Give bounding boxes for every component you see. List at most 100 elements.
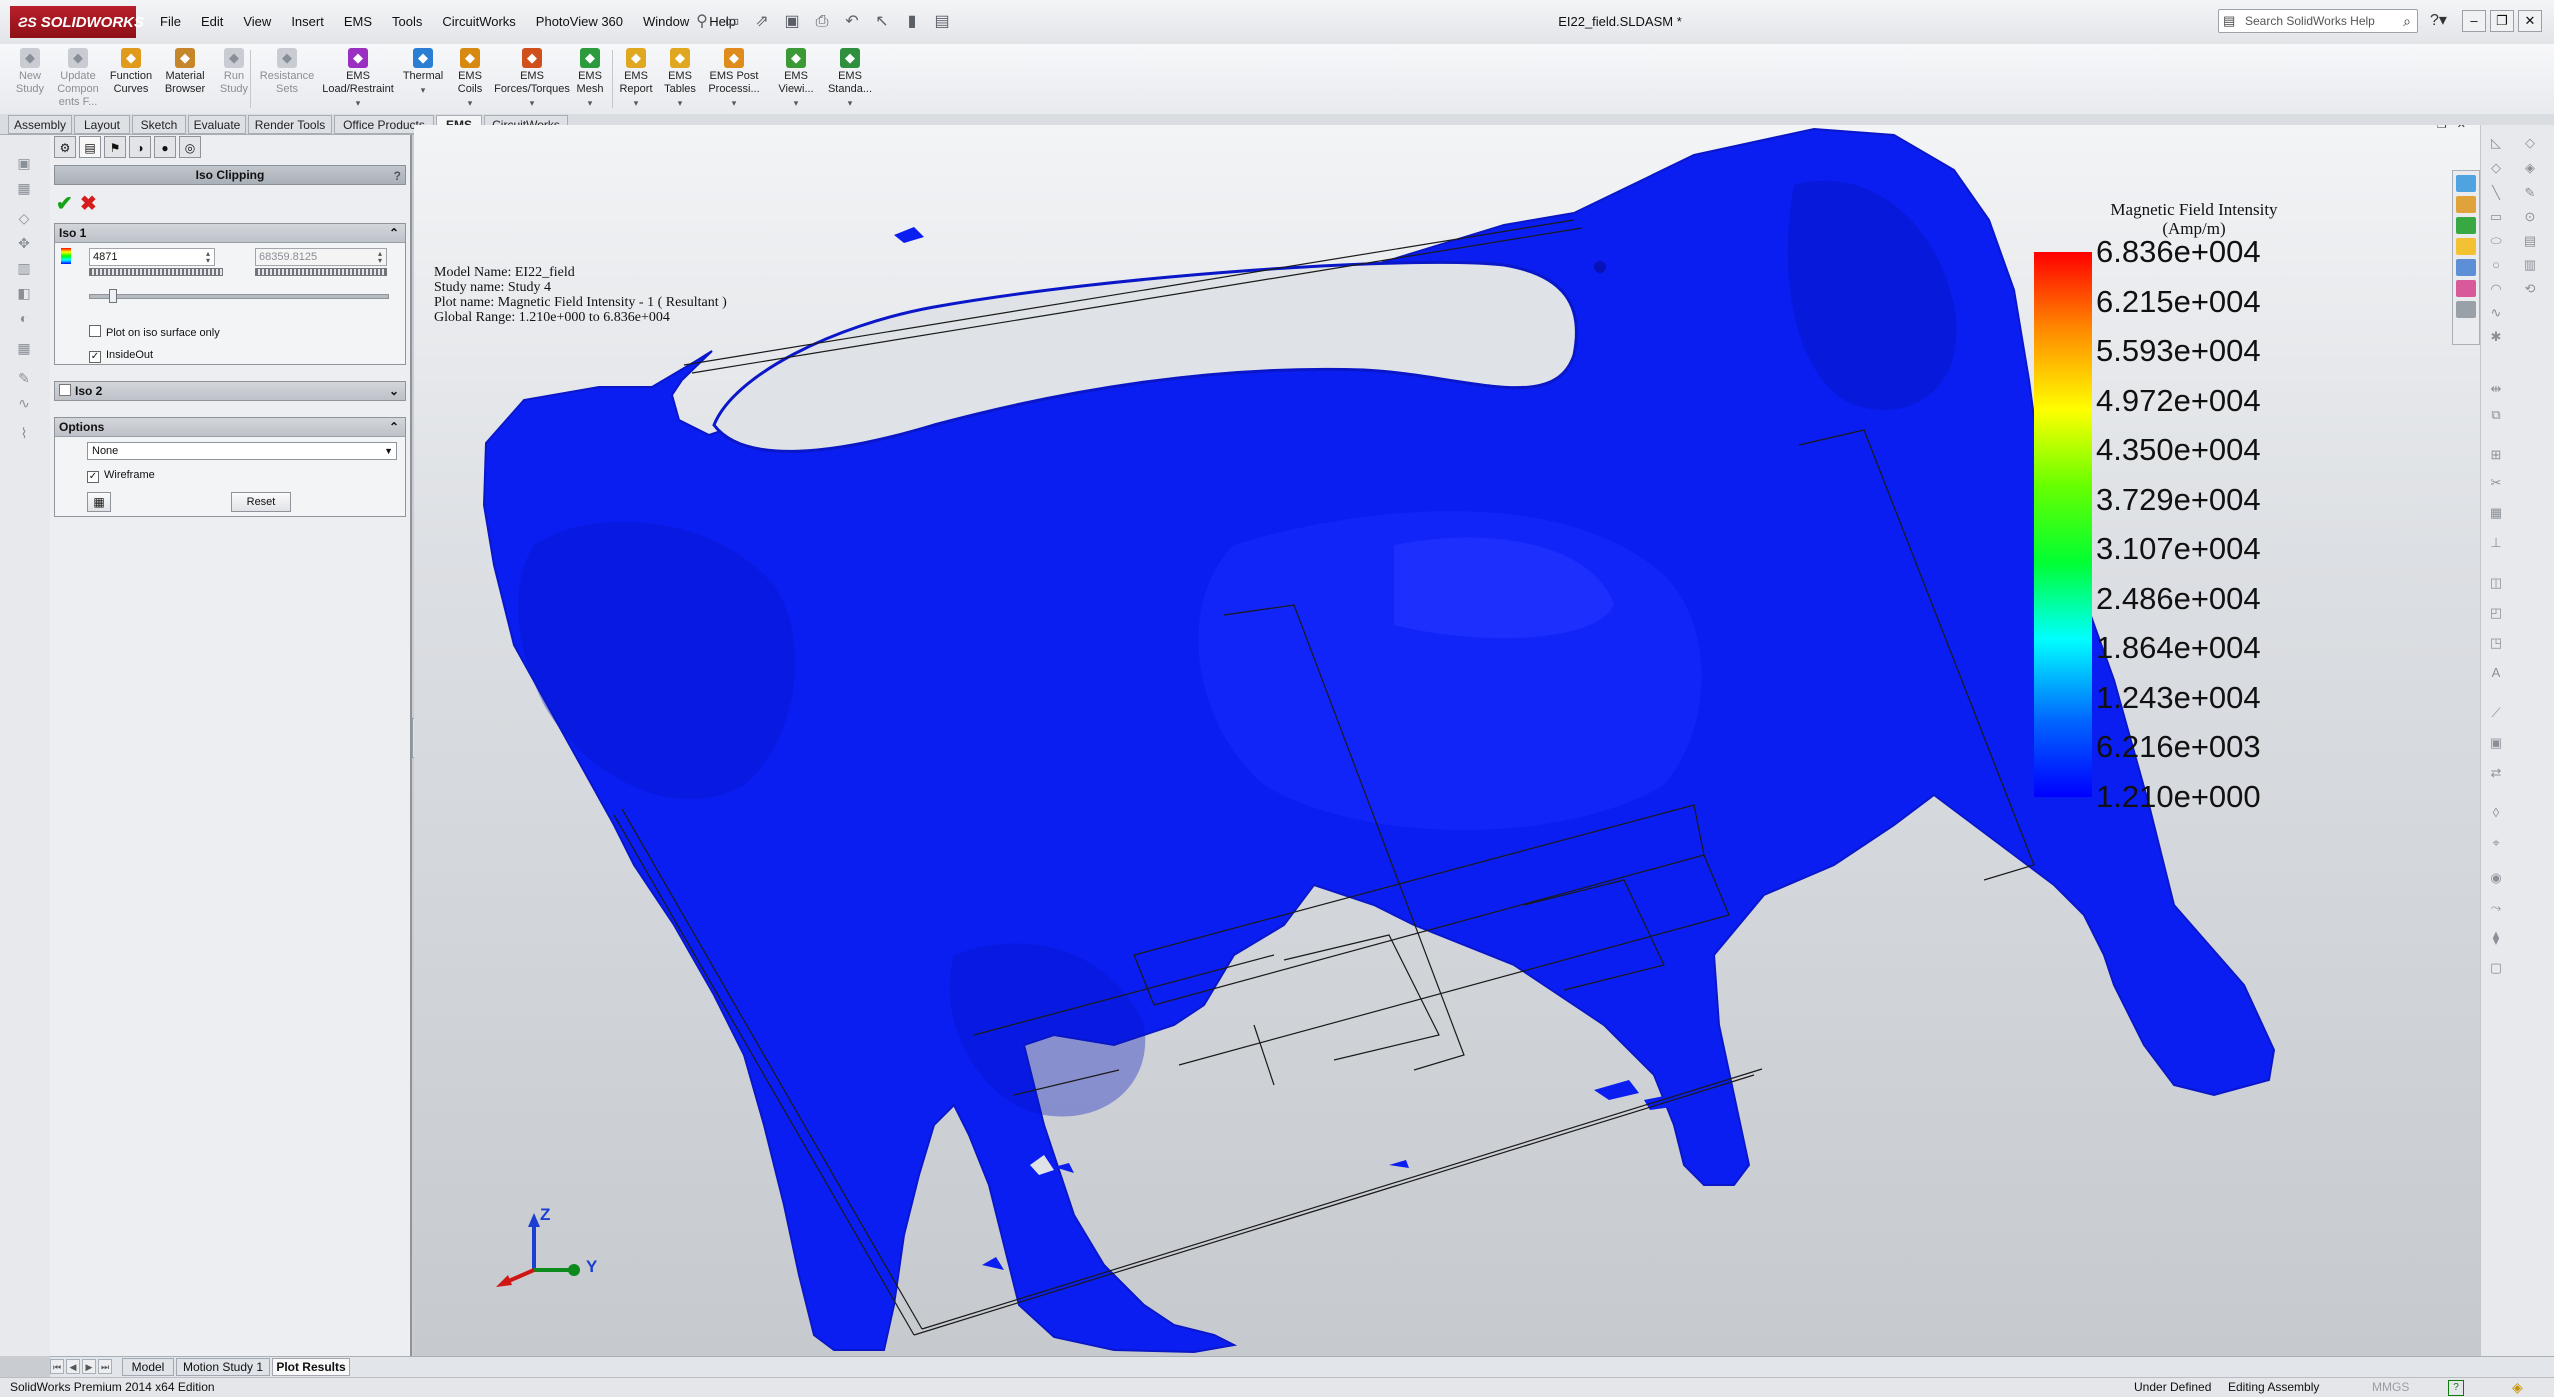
property-manager-icon[interactable]: ▤ <box>79 136 101 158</box>
help-icon[interactable]: ?▾ <box>2430 10 2447 30</box>
expand-icon[interactable]: ⌄ <box>389 382 399 400</box>
display-relations-icon[interactable]: ◈ <box>2521 160 2539 176</box>
options-select[interactable]: None ▼ <box>87 442 397 460</box>
last-tab-icon[interactable]: ⏭ <box>98 1359 112 1374</box>
cancel-button[interactable]: ✖ <box>80 191 97 216</box>
slot-icon[interactable]: ⬭ <box>2487 233 2505 249</box>
bottom-tab-motion-study-1[interactable]: Motion Study 1 <box>176 1358 270 1376</box>
bottom-tab-plot-results[interactable]: Plot Results <box>272 1358 350 1376</box>
dropdown-arrow-icon[interactable]: ▾ <box>494 97 570 110</box>
quick-tips-icon[interactable]: ? <box>2448 1380 2464 1396</box>
minimize-icon[interactable]: – <box>2462 10 2486 32</box>
iso-max-thumbwheel[interactable] <box>255 268 387 276</box>
zoom-icon[interactable]: ▦ <box>14 180 34 196</box>
menu-edit[interactable]: Edit <box>191 0 233 44</box>
cmd-resistance-sets[interactable]: ◆ Resistance Sets <box>258 44 316 114</box>
dropdown-arrow-icon[interactable]: ▾ <box>824 97 876 110</box>
cmd-coils[interactable]: ◆ EMS Coils ▾ <box>450 44 490 114</box>
tab-layout[interactable]: Layout <box>74 115 130 134</box>
arc-icon[interactable]: ◠ <box>2487 281 2505 297</box>
relations-icon[interactable]: ⊥ <box>2487 535 2505 551</box>
design-library-icon[interactable] <box>2456 217 2476 234</box>
cmd-tables[interactable]: ◆ EMS Tables ▾ <box>658 44 702 114</box>
iso-value-input[interactable]: 4871 ▴ ▾ <box>89 248 215 266</box>
chamfer-icon[interactable]: ◳ <box>2487 635 2505 651</box>
cmd-post-processing[interactable]: ◆ EMS Post Processi... ▾ <box>702 44 766 114</box>
smart-dimension-small-icon[interactable]: ◇ <box>2521 135 2539 151</box>
construction-icon[interactable]: ⟋ <box>2487 705 2505 721</box>
iso-slider-track[interactable] <box>89 294 389 299</box>
sketch-tool-icon[interactable]: ✎ <box>14 370 34 386</box>
repair-sketch-icon[interactable]: ✎ <box>2521 185 2539 201</box>
cam-manager-icon[interactable]: ● <box>154 136 176 158</box>
cmd-new-study[interactable]: ◆ New Study <box>10 44 50 114</box>
dropdown-arrow-icon[interactable]: ▾ <box>318 97 398 110</box>
resources-icon[interactable] <box>2456 196 2476 213</box>
menu-circuitworks[interactable]: CircuitWorks <box>432 0 525 44</box>
pattern-icon[interactable]: ⊞ <box>2487 447 2505 463</box>
iso-value-thumbwheel[interactable] <box>89 268 223 276</box>
iso-max-input[interactable]: 68359.8125 ▴ ▾ <box>255 248 387 266</box>
dropdown-arrow-icon[interactable]: ▾ <box>614 97 658 110</box>
options-header[interactable]: Options ⌃ <box>55 418 405 437</box>
menu-insert[interactable]: Insert <box>281 0 334 44</box>
close-icon[interactable]: ✕ <box>2457 125 2466 131</box>
grid-icon[interactable]: ▦ <box>14 340 34 356</box>
reset-button[interactable]: Reset <box>231 492 291 512</box>
search-icon[interactable]: ⌕ <box>2403 10 2411 32</box>
save-icon[interactable]: ▣ <box>780 10 804 34</box>
dropdown-arrow-icon[interactable]: ▾ <box>450 97 490 110</box>
section-icon[interactable]: ▥ <box>14 260 34 276</box>
bottom-tab-model[interactable]: Model <box>122 1358 174 1376</box>
dropdown-arrow-icon[interactable]: ▾ <box>702 97 766 110</box>
menu-photoview-360[interactable]: PhotoView 360 <box>526 0 633 44</box>
select-icon[interactable]: ↖ <box>870 10 894 34</box>
circle-icon[interactable]: ○ <box>2487 257 2505 273</box>
cmd-function-curves[interactable]: ◆ Function Curves <box>104 44 158 114</box>
cmd-run-study[interactable]: ◆ Run Study <box>214 44 254 114</box>
convert-icon[interactable]: ⇄ <box>2487 765 2505 781</box>
custom-properties-icon[interactable] <box>2456 301 2476 318</box>
plane-icon[interactable]: ◊ <box>2487 805 2505 821</box>
cmd-material-browser[interactable]: ◆ Material Browser <box>160 44 210 114</box>
restore-icon[interactable]: ❐ <box>2437 125 2447 131</box>
pin-icon[interactable]: ⚲ <box>690 10 714 34</box>
point-icon[interactable]: ✱ <box>2487 329 2505 345</box>
ok-button[interactable]: ✔ <box>56 191 73 216</box>
cmd-forces-torques[interactable]: ◆ EMS Forces/Torques ▾ <box>494 44 570 114</box>
close-icon[interactable]: ✕ <box>2518 10 2542 32</box>
layer-icon[interactable]: ▤ <box>2521 233 2539 249</box>
rectangle-icon[interactable]: ▭ <box>2487 209 2505 225</box>
rebuild-icon[interactable]: ▮ <box>900 10 924 34</box>
help-icon[interactable]: ? <box>394 167 401 185</box>
view-palette-icon[interactable] <box>2456 259 2476 276</box>
line-icon[interactable]: ╲ <box>2487 185 2505 201</box>
dropdown-arrow-icon[interactable]: ▾ <box>570 97 610 110</box>
first-tab-icon[interactable]: ⏮ <box>50 1359 64 1374</box>
collapse-icon[interactable]: ⌃ <box>389 224 399 242</box>
cmd-thermal[interactable]: ◆ Thermal ▾ <box>400 44 446 114</box>
appearance-icon[interactable]: ◐ <box>14 310 34 326</box>
cmd-viewing[interactable]: ◆ EMS Viewi... ▾ <box>772 44 820 114</box>
print-icon[interactable]: ⎙ <box>810 10 834 34</box>
shell-icon[interactable]: ▢ <box>2487 960 2505 976</box>
eraser-icon[interactable]: ◇ <box>2487 160 2505 176</box>
exit-sketch-icon[interactable]: ⟲ <box>2521 281 2539 297</box>
rebuild-status-icon[interactable]: ◈ <box>2512 1378 2523 1397</box>
spinner-icon[interactable]: ▴ ▾ <box>375 250 385 265</box>
sketch-icon[interactable]: ◺ <box>2487 135 2505 151</box>
measure-icon[interactable]: ⌇ <box>14 425 34 441</box>
hole-icon[interactable]: ◉ <box>2487 870 2505 886</box>
sweep-icon[interactable]: ⤳ <box>2487 900 2505 916</box>
ems-manager-icon[interactable]: ◎ <box>179 136 201 158</box>
quick-snaps-icon[interactable]: ⊙ <box>2521 209 2539 225</box>
solidworks-logo[interactable]: ƧS SOLIDWORKS <box>10 6 144 38</box>
menu-view[interactable]: View <box>233 0 281 44</box>
prev-tab-icon[interactable]: ◀ <box>66 1359 80 1374</box>
home-icon[interactable] <box>2456 175 2476 192</box>
cmd-mesh[interactable]: ◆ EMS Mesh ▾ <box>570 44 610 114</box>
offset-icon[interactable]: ⧉ <box>2487 407 2505 423</box>
collapse-icon[interactable]: ⌃ <box>389 418 399 436</box>
dropdown-arrow-icon[interactable]: ▾ <box>772 97 820 110</box>
grid-icon[interactable]: ▦ <box>2487 505 2505 521</box>
